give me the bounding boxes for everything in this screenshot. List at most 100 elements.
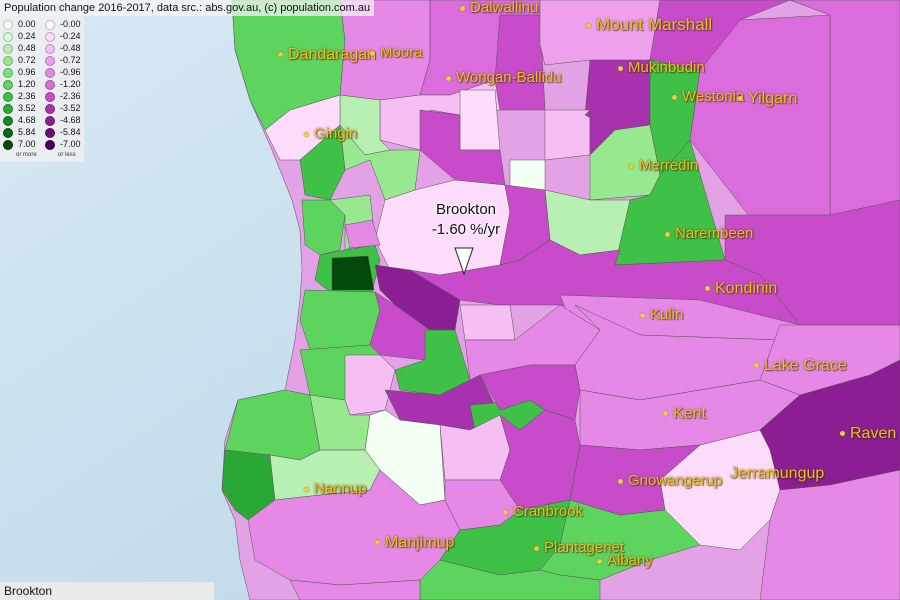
place-label-mukinbudin[interactable]: Mukinbudin <box>618 60 705 76</box>
legend-row: -0.72 <box>42 54 81 66</box>
place-dot-icon <box>672 94 677 100</box>
place-label-manjimup[interactable]: Manjimup <box>375 535 454 551</box>
region-pink-mid[interactable] <box>544 109 591 161</box>
place-label-dandaragan[interactable]: Dandaragan <box>278 47 376 63</box>
place-dot-icon <box>503 509 508 515</box>
legend-label: 0.00 <box>18 19 36 29</box>
legend-swatch <box>45 43 55 54</box>
place-label-jerramungup[interactable]: Jerramungup <box>730 466 824 482</box>
legend-decline-column: -0.00 -0.24 -0.48 -0.72 -0.96 -1.20 -2.3… <box>42 18 81 150</box>
legend-row: -0.00 <box>42 18 81 30</box>
legend-swatch <box>45 67 55 78</box>
legend-label: -5.84 <box>60 127 81 137</box>
place-dot-icon <box>304 486 309 492</box>
legend-row: 4.68 <box>0 114 36 126</box>
legend-label: -0.00 <box>60 19 81 29</box>
legend-less-note: or less <box>58 152 76 158</box>
legend-row: 0.72 <box>0 54 36 66</box>
legend-label: 7.00 <box>18 139 36 149</box>
place-label-moora[interactable]: Moora <box>370 45 423 61</box>
legend-label: 1.20 <box>18 79 36 89</box>
place-label-westonia[interactable]: Westonia <box>672 89 744 105</box>
region-pink-small[interactable] <box>459 304 516 341</box>
region-pink-center[interactable] <box>459 89 501 151</box>
place-dot-icon <box>640 312 645 318</box>
place-label-gnowangerup[interactable]: Gnowangerup <box>618 473 722 489</box>
legend-row: 2.36 <box>0 90 36 102</box>
legend-swatch <box>45 55 55 66</box>
legend-row: 0.48 <box>0 42 36 54</box>
legend-more-note: or more <box>16 152 37 158</box>
place-label-kondinin[interactable]: Kondinin <box>705 281 777 297</box>
region-west-mid-green[interactable] <box>299 289 381 351</box>
legend-label: 5.84 <box>18 127 36 137</box>
place-name: Cranbrook <box>513 503 584 520</box>
legend-label: 2.36 <box>18 91 36 101</box>
legend-row: -0.24 <box>42 30 81 42</box>
legend-row: -2.36 <box>42 90 81 102</box>
legend-swatch <box>3 43 13 54</box>
place-label-albany[interactable]: Albany <box>597 553 653 569</box>
place-label-gingin[interactable]: Gingin <box>304 126 357 142</box>
place-dot-icon <box>534 545 539 551</box>
region-perth-dark[interactable] <box>331 255 375 291</box>
place-label-lake-grace[interactable]: Lake Grace <box>754 358 847 374</box>
place-label-cranbrook[interactable]: Cranbrook <box>503 504 583 520</box>
legend-row: -0.96 <box>42 66 81 78</box>
legend-label: 0.48 <box>18 43 36 53</box>
place-dot-icon <box>618 478 623 484</box>
place-label-raven[interactable]: Raven <box>840 426 896 442</box>
place-label-wongan-ballidu[interactable]: Wongan-Ballidu <box>446 70 562 86</box>
status-bar: Brookton <box>0 582 214 600</box>
callout-region-name: Brookton <box>435 201 497 218</box>
place-name: Gingin <box>314 125 358 142</box>
place-name: Jerramungup <box>730 465 825 482</box>
legend-row: -7.00 <box>42 138 81 150</box>
legend-label: 0.24 <box>18 31 36 41</box>
place-name: Raven <box>850 425 897 442</box>
place-name: Dandaragan <box>288 46 377 63</box>
callout-value: -1.60 %/yr <box>431 221 501 238</box>
legend-swatch <box>45 31 55 42</box>
place-name: Lake Grace <box>764 357 847 374</box>
legend-label: 0.72 <box>18 55 36 65</box>
legend-label: -0.72 <box>60 55 81 65</box>
legend-swatch <box>45 139 55 150</box>
legend-label: 3.52 <box>18 103 36 113</box>
place-name: Albany <box>607 552 653 569</box>
place-label-mount-marshall[interactable]: Mount Marshall <box>586 16 712 33</box>
legend-swatch <box>45 127 55 138</box>
legend-label: -4.68 <box>60 115 81 125</box>
place-dot-icon <box>597 558 602 564</box>
place-label-narembeen[interactable]: Narembeen <box>665 226 753 242</box>
legend-swatch <box>45 19 55 30</box>
region-sw-green[interactable] <box>224 389 321 461</box>
place-label-merredin[interactable]: Merredin <box>629 158 698 174</box>
place-label-kent[interactable]: Kent <box>663 406 706 422</box>
legend-swatch <box>3 139 13 150</box>
legend-swatch <box>3 91 13 102</box>
place-name: Merredin <box>639 157 699 174</box>
region-north-strip[interactable] <box>494 14 546 111</box>
legend-swatch <box>3 127 13 138</box>
place-dot-icon <box>738 96 743 102</box>
legend-label: -2.36 <box>60 91 81 101</box>
legend-label: -1.20 <box>60 79 81 89</box>
place-label-nannup[interactable]: Nannup <box>304 481 367 497</box>
legend: 0.00 0.24 0.48 0.72 0.96 1.20 2.36 3.52 … <box>0 16 84 162</box>
place-dot-icon <box>629 163 634 169</box>
place-name: Moora <box>380 44 423 61</box>
region-purple-cranbrook[interactable] <box>499 409 581 511</box>
legend-swatch <box>3 67 13 78</box>
legend-swatch <box>3 55 13 66</box>
place-label-yilgarn[interactable]: Yilgarn <box>738 91 797 107</box>
place-dot-icon <box>446 75 451 81</box>
place-name: Kondinin <box>715 280 778 297</box>
place-name: Dalwallinu <box>470 0 539 16</box>
place-label-dalwallinu[interactable]: Dalwallinu <box>460 0 538 16</box>
legend-swatch <box>45 79 55 90</box>
legend-swatch <box>3 115 13 126</box>
legend-growth-column: 0.00 0.24 0.48 0.72 0.96 1.20 2.36 3.52 … <box>0 18 36 150</box>
legend-label: -0.48 <box>60 43 81 53</box>
place-label-kulin[interactable]: Kulin <box>640 307 683 323</box>
